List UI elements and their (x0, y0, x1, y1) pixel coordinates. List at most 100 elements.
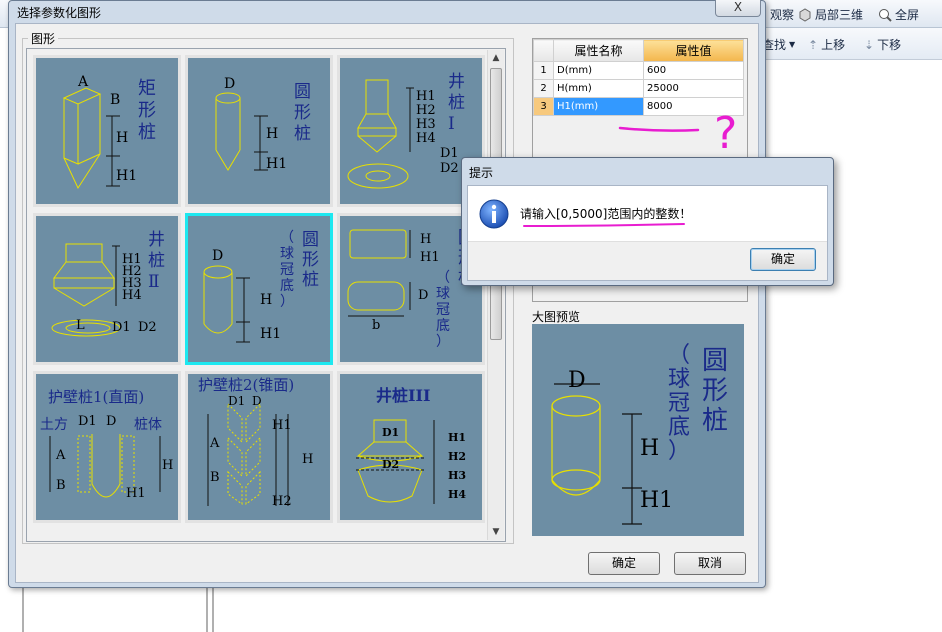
row-number: 3 (533, 97, 554, 116)
tile-vertical-label: 井 桩 Ⅰ (448, 72, 465, 135)
tile-label-char: 井 (448, 72, 465, 92)
dim-label: H1 (640, 488, 674, 513)
prompt-message-box: 提示 请输入[0,5000]范围内的整数！ 确定 (461, 157, 834, 286)
preview-title-char: ） (668, 439, 691, 464)
gallery-scrollbar[interactable]: ▲ ▼ (487, 50, 504, 540)
shape-tile-retaining-pile-2[interactable]: 护壁桩2(锥面) D1 D A B H1 H H2 (185, 371, 333, 523)
dim-label: D (252, 394, 262, 408)
dim-label: H1 (260, 326, 282, 342)
dialog-body: 图形 矩 形 桩 A B H H1 圆 形 桩 D H H1 井 桩 Ⅰ H1 … (15, 23, 759, 583)
background-divider (212, 588, 214, 632)
dim-label: H1 (416, 89, 436, 104)
dim-label: D1 (228, 394, 246, 408)
message-ok-button[interactable]: 确定 (750, 248, 816, 271)
find-button[interactable]: 查找 ▼ (762, 36, 795, 53)
property-row[interactable]: 2 H(mm) 25000 (533, 79, 744, 98)
close-button[interactable]: X (715, 0, 761, 17)
property-value[interactable]: 25000 (643, 79, 744, 98)
cancel-button[interactable]: 取消 (674, 552, 746, 575)
observe-button[interactable]: 观察 (770, 6, 794, 23)
property-name[interactable]: H(mm) (553, 79, 644, 98)
dim-label: H3 (416, 117, 436, 132)
message-box-content: 请输入[0,5000]范围内的整数！ (468, 186, 827, 242)
dim-label: H (266, 126, 279, 142)
dim-label: H1 (272, 418, 292, 433)
observe-label: 观察 (770, 8, 795, 22)
preview-title-char: 桩 (702, 406, 729, 436)
dim-label: A (78, 74, 89, 90)
tile-sublabel: 桩体 (134, 417, 162, 433)
dim-label: A (210, 436, 220, 451)
shape-tile-well-pile-2[interactable]: 井 桩 Ⅱ H1 H2 H3 H4 L D1 D2 (33, 213, 181, 365)
message-box-title: 提示 (469, 166, 494, 180)
tile-label: 井桩III (376, 386, 431, 405)
shape-tile-retaining-pile-1[interactable]: 护壁桩1(直面) 土方 D1 D 桩体 A B H H1 (33, 371, 181, 523)
fullscreen-button[interactable]: 全屏 (878, 6, 919, 23)
tile-label-char: 井 (148, 230, 165, 250)
property-name[interactable]: H1(mm) (553, 97, 644, 116)
tile-label-char: 桩 (138, 122, 156, 143)
preview-title-char: 底 (668, 415, 691, 440)
column-header-value[interactable]: 属性值 (643, 39, 744, 62)
dim-label: H (420, 232, 432, 247)
dim-label: H2 (416, 103, 436, 118)
shape-gallery[interactable]: 矩 形 桩 A B H H1 圆 形 桩 D H H1 井 桩 Ⅰ H1 H2 … (26, 48, 506, 542)
tile-label-char: 球 (280, 246, 294, 262)
dim-label: B (210, 470, 220, 485)
local-3d-label: 局部三维 (815, 8, 864, 22)
dim-label: D2 (138, 320, 157, 335)
dim-label: B (56, 478, 66, 493)
select-parametric-shape-dialog: 选择参数化图形 X 图形 矩 形 桩 A B H H1 圆 形 桩 D H H1… (8, 0, 766, 588)
dim-label: D (106, 414, 117, 429)
background-divider (22, 588, 24, 632)
preview-title-char: 圆 (702, 346, 729, 376)
tile-label-char: 形 (138, 100, 156, 121)
property-value[interactable]: 8000 (643, 97, 744, 116)
column-header-name[interactable]: 属性名称 (553, 39, 644, 62)
tile-label: 护壁桩2(锥面) (198, 376, 295, 394)
move-up-button[interactable]: ⇡ 上移 (808, 36, 845, 53)
shape-tile-well-pile-3[interactable]: 井桩III D1 D2 H1 H2 H3 H4 (337, 371, 485, 523)
tile-vertical-sublabel: （ 球 冠 底 ） (436, 270, 450, 350)
property-value[interactable]: 600 (643, 61, 744, 80)
shape-tile-rect-pile[interactable]: 矩 形 桩 A B H H1 (33, 55, 181, 207)
move-down-button[interactable]: ⇣ 下移 (864, 36, 901, 53)
local-3d-button[interactable]: 局部三维 (798, 6, 863, 23)
dim-label: D (568, 368, 586, 393)
dim-label: A (56, 448, 66, 463)
dim-label: H4 (448, 488, 467, 501)
dim-label: L (76, 318, 85, 333)
property-row[interactable]: 1 D(mm) 600 (533, 61, 744, 80)
dim-labels: H1 H2 H3 H4 (448, 428, 466, 504)
dim-label: b (372, 318, 381, 333)
preview-image: 圆 形 桩 （ 球 冠 底 ） D H H1 (532, 324, 744, 536)
preview-vertical-title: 圆 形 桩 (702, 346, 728, 436)
tile-label-char: 桩 (148, 251, 165, 271)
scroll-down-icon[interactable]: ▼ (488, 524, 504, 540)
tile-vertical-label: 圆 形 桩 (302, 230, 319, 290)
scroll-up-icon[interactable]: ▲ (488, 50, 504, 66)
tile-label-char: Ⅰ (448, 114, 455, 134)
dim-label: H4 (416, 131, 436, 146)
dim-labels: H1 H2 H3 H4 (122, 253, 142, 302)
property-row-selected[interactable]: 3 H1(mm) 8000 (533, 97, 744, 116)
shape-tile-round-pile[interactable]: 圆 形 桩 D H H1 (185, 55, 333, 207)
dim-label: H1 (420, 250, 440, 265)
down-arrow-icon: ⇣ (864, 37, 875, 52)
row-number: 1 (533, 61, 554, 80)
ok-button[interactable]: 确定 (588, 552, 660, 575)
property-name[interactable]: D(mm) (553, 61, 644, 80)
preview-title-char: 形 (702, 376, 729, 406)
tile-label-char: 形 (294, 103, 311, 123)
message-text: 请输入[0,5000]范围内的整数！ (520, 207, 692, 221)
dim-label: H (302, 452, 314, 467)
shape-tile-round-pile-spherical-bottom[interactable]: 圆 形 桩 （ 球 冠 底 ） D H H1 (185, 213, 333, 365)
dim-label: D1 (112, 320, 131, 335)
property-header-row: 属性名称 属性值 (533, 39, 744, 62)
dropdown-arrow-icon: ▼ (789, 40, 796, 49)
dim-label: H (116, 130, 129, 146)
dim-label: D (224, 76, 236, 92)
preview-title-char: 球 (668, 367, 691, 392)
tile-label-char: 冠 (280, 262, 294, 278)
header-corner (533, 39, 554, 62)
